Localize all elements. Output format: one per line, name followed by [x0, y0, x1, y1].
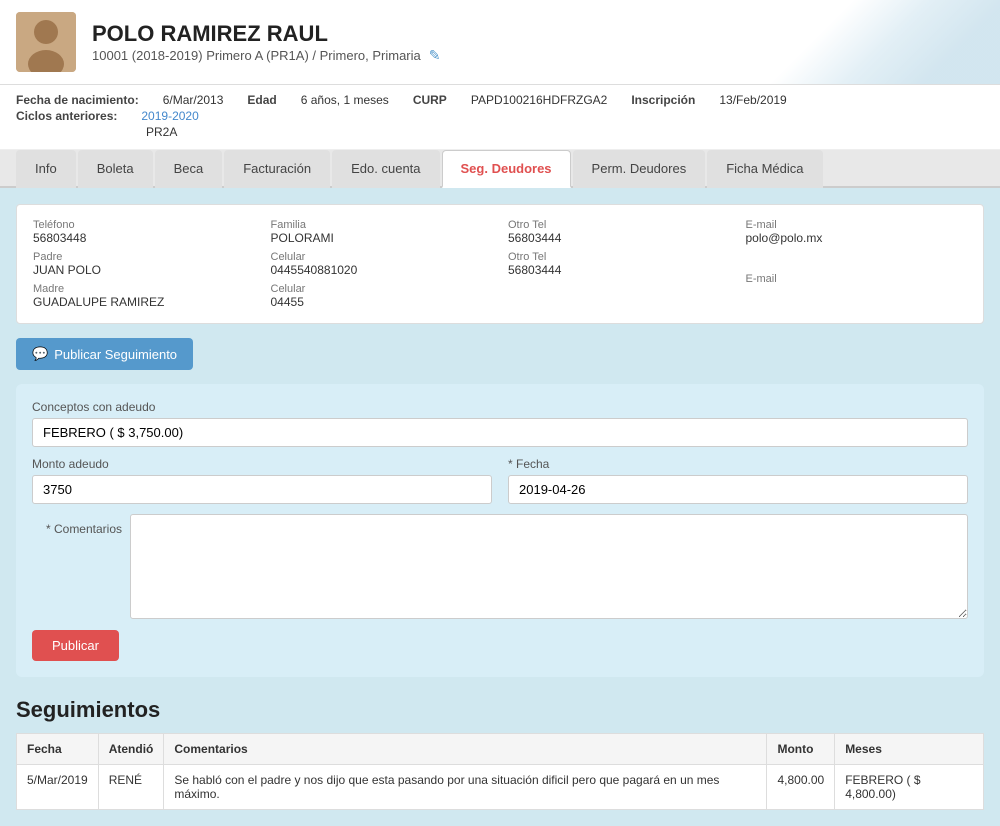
otro-tel2-label: Otro Tel — [508, 251, 730, 263]
curp-label: CURP — [413, 93, 447, 107]
tab-ficha-medica[interactable]: Ficha Médica — [707, 150, 822, 188]
seguimientos-thead: Fecha Atendió Comentarios Monto Meses — [17, 734, 984, 765]
fecha-input[interactable] — [508, 475, 968, 504]
col-fecha: Fecha — [17, 734, 99, 765]
inscripcion-label: Inscripción — [631, 93, 695, 107]
avatar — [16, 12, 76, 72]
tab-perm-deudores[interactable]: Perm. Deudores — [573, 150, 706, 188]
madre-label: Madre — [33, 283, 255, 295]
col-comentarios: Comentarios — [164, 734, 767, 765]
edit-icon[interactable]: ✎ — [429, 47, 441, 64]
publish-seguimiento-button[interactable]: 💬 Publicar Seguimiento — [16, 338, 193, 370]
telefono-item: Teléfono 56803448 Padre JUAN POLO Madre … — [33, 219, 255, 309]
fecha-group: * Fecha — [508, 457, 968, 504]
seguimientos-table: Fecha Atendió Comentarios Monto Meses 5/… — [16, 733, 984, 810]
submit-button[interactable]: Publicar — [32, 630, 119, 661]
email-item: E-mail polo@polo.mx E-mail — [746, 219, 968, 309]
fecha-label: * Fecha — [508, 457, 968, 471]
table-row: 5/Mar/2019 RENÉ Se habló con el padre y … — [17, 765, 984, 810]
tab-edo-cuenta[interactable]: Edo. cuenta — [332, 150, 439, 188]
familia-value: POLORAMI — [271, 231, 493, 245]
telefono-value: 56803448 — [33, 231, 255, 245]
madre-value: GUADALUPE RAMIREZ — [33, 295, 255, 309]
familia-item: Familia POLORAMI Celular 0445540881020 C… — [271, 219, 493, 309]
monto-fecha-row: Monto adeudo * Fecha — [32, 457, 968, 514]
padre-label: Padre — [33, 251, 255, 263]
cell-monto: 4,800.00 — [767, 765, 835, 810]
col-monto: Monto — [767, 734, 835, 765]
tab-facturacion[interactable]: Facturación — [224, 150, 330, 188]
curp-value: PAPD100216HDFRZGA2 — [471, 93, 608, 107]
student-subtitle-text: 10001 (2018-2019) Primero A (PR1A) / Pri… — [92, 48, 421, 63]
student-name: POLO RAMIREZ RAUL — [92, 21, 440, 47]
cell-meses: FEBRERO ( $ 4,800.00) — [835, 765, 984, 810]
celular-padre-label: Celular — [271, 251, 493, 263]
conceptos-label: Conceptos con adeudo — [32, 400, 968, 414]
tabs-container: Info Boleta Beca Facturación Edo. cuenta… — [0, 150, 1000, 188]
tab-info[interactable]: Info — [16, 150, 76, 188]
main-content: Teléfono 56803448 Padre JUAN POLO Madre … — [0, 188, 1000, 826]
otro-tel-item: Otro Tel 56803444 Otro Tel 56803444 — [508, 219, 730, 309]
email-value: polo@polo.mx — [746, 231, 968, 245]
meta-bar: Fecha de nacimiento: 6/Mar/2013 Edad 6 a… — [0, 85, 1000, 150]
tab-seg-deudores[interactable]: Seg. Deudores — [442, 150, 571, 188]
celular-padre-value: 0445540881020 — [271, 263, 493, 277]
comentarios-textarea[interactable] — [130, 514, 968, 619]
cell-atendio: RENÉ — [98, 765, 164, 810]
ciclos-link[interactable]: 2019-2020 — [141, 109, 198, 123]
otro-tel2-value: 56803444 — [508, 263, 730, 277]
padre-value: JUAN POLO — [33, 263, 255, 277]
monto-label: Monto adeudo — [32, 457, 492, 471]
seguimientos-header-row: Fecha Atendió Comentarios Monto Meses — [17, 734, 984, 765]
textarea-wrapper — [130, 514, 968, 622]
header-info: POLO RAMIREZ RAUL 10001 (2018-2019) Prim… — [92, 21, 440, 64]
telefono-label: Teléfono — [33, 219, 255, 231]
contact-card: Teléfono 56803448 Padre JUAN POLO Madre … — [16, 204, 984, 324]
email2-label: E-mail — [746, 273, 968, 285]
age-value: 6 años, 1 meses — [301, 93, 389, 107]
otro-tel-value: 56803444 — [508, 231, 730, 245]
monto-input[interactable] — [32, 475, 492, 504]
celular-madre-value: 04455 — [271, 295, 493, 309]
ciclos-sub: PR2A — [16, 125, 984, 139]
tab-boleta[interactable]: Boleta — [78, 150, 153, 188]
col-meses: Meses — [835, 734, 984, 765]
conceptos-group: Conceptos con adeudo — [32, 400, 968, 447]
col-atendio: Atendió — [98, 734, 164, 765]
comment-icon: 💬 — [32, 346, 48, 362]
birth-label: Fecha de nacimiento: — [16, 93, 139, 107]
seguimientos-tbody: 5/Mar/2019 RENÉ Se habló con el padre y … — [17, 765, 984, 810]
form-card: Conceptos con adeudo Monto adeudo * Fech… — [16, 384, 984, 677]
tab-beca[interactable]: Beca — [155, 150, 223, 188]
publish-seguimiento-label: Publicar Seguimiento — [54, 347, 177, 362]
seguimientos-section: Seguimientos Fecha Atendió Comentarios M… — [16, 697, 984, 810]
header-section: POLO RAMIREZ RAUL 10001 (2018-2019) Prim… — [0, 0, 1000, 85]
otro-tel-label: Otro Tel — [508, 219, 730, 231]
age-label: Edad — [247, 93, 276, 107]
email-label: E-mail — [746, 219, 968, 231]
inscripcion-value: 13/Feb/2019 — [719, 93, 786, 107]
familia-label: Familia — [271, 219, 493, 231]
birth-value: 6/Mar/2013 — [163, 93, 224, 107]
contact-grid: Teléfono 56803448 Padre JUAN POLO Madre … — [33, 219, 967, 309]
seguimientos-title: Seguimientos — [16, 697, 984, 723]
comentarios-row: * Comentarios — [32, 514, 968, 622]
cell-fecha: 5/Mar/2019 — [17, 765, 99, 810]
celular-madre-label: Celular — [271, 283, 493, 295]
conceptos-input[interactable] — [32, 418, 968, 447]
cell-comentarios: Se habló con el padre y nos dijo que est… — [164, 765, 767, 810]
ciclos-label: Ciclos anteriores: — [16, 109, 117, 123]
comentarios-label: * Comentarios — [32, 514, 122, 536]
submit-label: Publicar — [52, 638, 99, 653]
student-subtitle: 10001 (2018-2019) Primero A (PR1A) / Pri… — [92, 47, 440, 64]
monto-group: Monto adeudo — [32, 457, 492, 504]
